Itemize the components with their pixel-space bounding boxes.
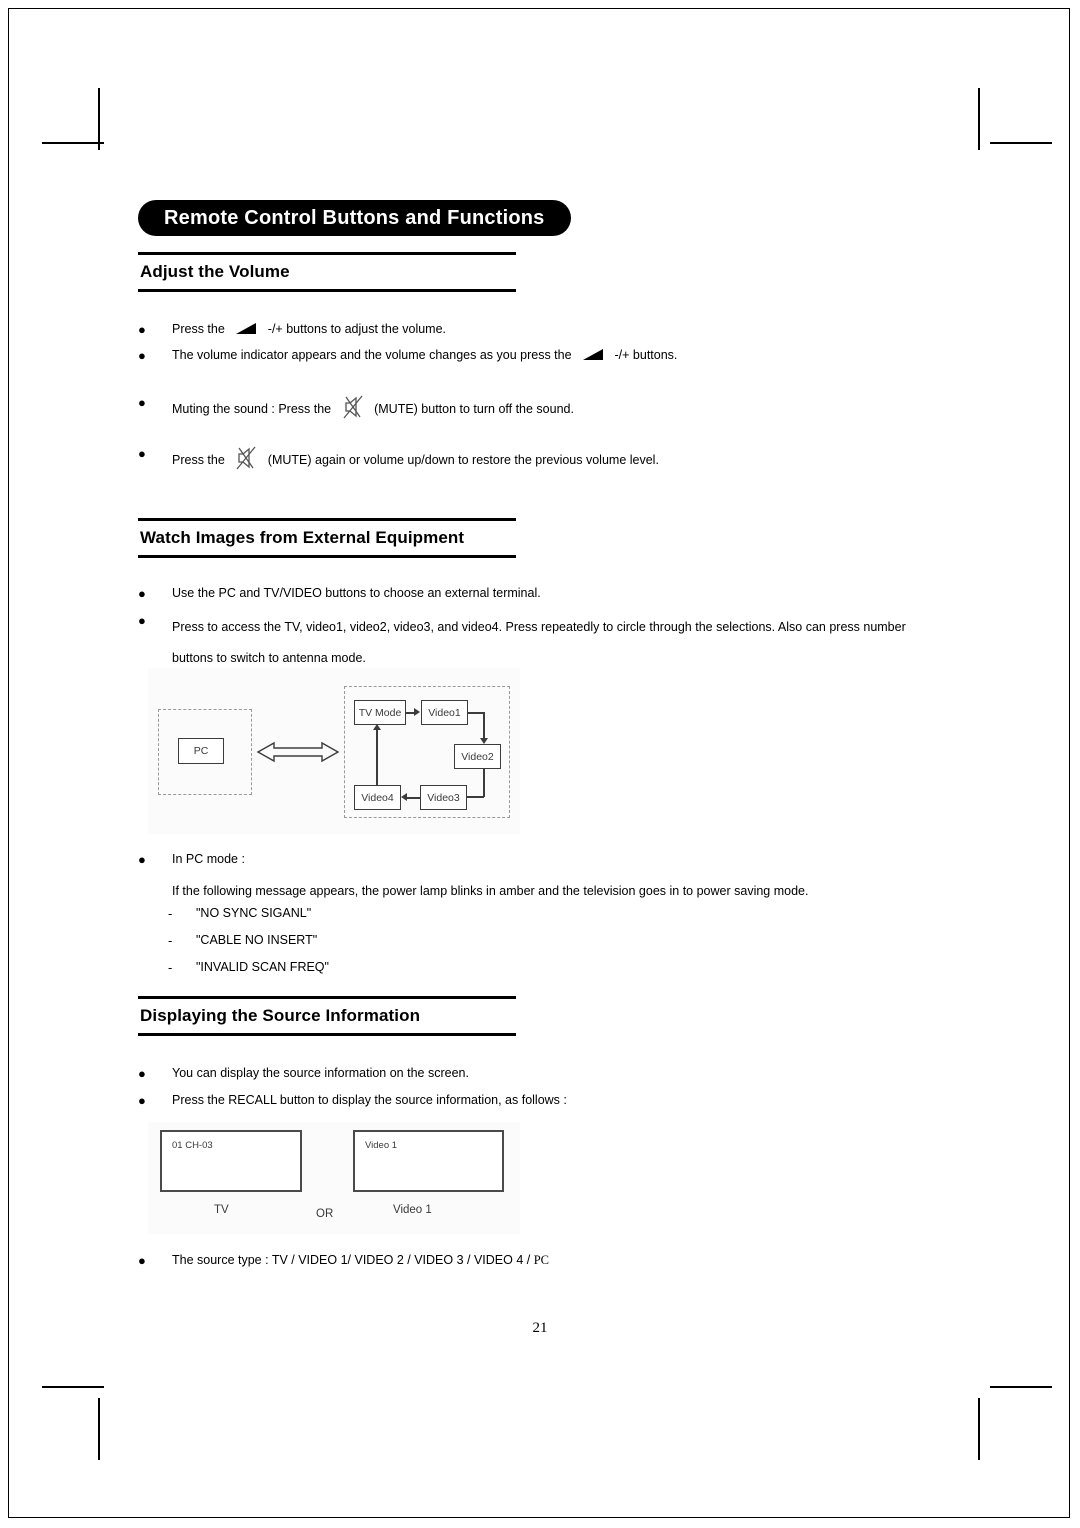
dash-marker: - <box>168 906 173 921</box>
paragraph-power-saving: If the following message appears, the po… <box>172 884 809 898</box>
node-video1: Video1 <box>421 700 468 725</box>
bullet-marker: ● <box>138 322 146 337</box>
rule-bottom <box>138 555 516 558</box>
arrowhead-video4 <box>401 793 407 801</box>
bullet-text-before: Press the <box>172 322 225 336</box>
bullet-text-after: (MUTE) button to turn off the sound. <box>374 402 574 416</box>
osd-screen-video1-text: Video 1 <box>365 1140 398 1151</box>
osd-caption-video1: Video 1 <box>393 1204 432 1216</box>
crop-mark-bottom-left-h <box>42 1386 104 1388</box>
bullet-marker: ● <box>138 348 146 363</box>
node-video1-label: Video1 <box>428 706 461 719</box>
bullet-volume-press: ● Press the -/+ buttons to adjust the vo… <box>138 321 898 338</box>
bullet-text: Press to access the TV, video1, video2, … <box>172 620 906 665</box>
bullet-text-after: -/+ buttons. <box>614 348 678 362</box>
node-video3: Video3 <box>420 785 467 810</box>
page-banner-title: Remote Control Buttons and Functions <box>138 200 571 236</box>
node-pc-label: PC <box>193 745 209 757</box>
bullet-text-after: -/+ buttons to adjust the volume. <box>267 322 447 336</box>
bullet-text: In PC mode : <box>172 852 245 866</box>
section-title-source-info: Displaying the Source Information <box>140 1006 421 1025</box>
rule-bottom <box>138 289 516 292</box>
bullet-marker: ● <box>138 852 146 867</box>
bullet-marker: ● <box>138 395 146 410</box>
figure-osd-recall: 01 CH-03 TV OR Video 1 Video 1 <box>148 1122 520 1234</box>
bullet-marker: ● <box>138 1066 146 1081</box>
bullet-volume-indicator: ● The volume indicator appears and the v… <box>138 347 928 364</box>
osd-screen-tv: 01 CH-03 <box>160 1130 302 1192</box>
node-video3-label: Video3 <box>427 791 460 804</box>
arrowhead-tvmode <box>373 724 381 730</box>
bullet-marker: ● <box>138 446 146 461</box>
osd-caption-tv: TV <box>214 1204 229 1216</box>
section-header-adjust-volume: Adjust the Volume <box>138 252 516 292</box>
dash-text: "INVALID SCAN FREQ" <box>196 960 329 974</box>
bullet-text-before: Press the <box>172 453 225 467</box>
bullet-in-pc-mode: ● In PC mode : <box>138 851 928 868</box>
bullet-recall-button: ● Press the RECALL button to display the… <box>138 1092 928 1109</box>
bullet-marker: ● <box>138 586 146 601</box>
bidirectional-arrow <box>256 740 340 769</box>
dash-text: "NO SYNC SIGANL" <box>196 906 312 920</box>
osd-screen-video1: Video 1 <box>353 1130 504 1192</box>
node-video2-label: Video2 <box>461 750 494 763</box>
crop-mark-top-left-v <box>98 88 100 150</box>
bullet-text: You can display the source information o… <box>172 1066 469 1080</box>
crop-mark-bottom-right-v <box>978 1398 980 1460</box>
crop-mark-top-right-h <box>990 142 1052 144</box>
bullet-text-before: Muting the sound : Press the <box>172 402 332 416</box>
node-video4-label: Video4 <box>361 791 394 804</box>
bullet-marker: ● <box>138 613 146 628</box>
node-tv-mode: TV Mode <box>354 700 406 725</box>
connector-video4-tvmode <box>376 730 378 786</box>
source-type-text: The source type : TV / VIDEO 1/ VIDEO 2 … <box>172 1253 534 1267</box>
page-number: 21 <box>532 1320 548 1336</box>
bullet-marker: ● <box>138 1093 146 1108</box>
dash-item-invalid-scan-freq: - "INVALID SCAN FREQ" <box>168 959 668 976</box>
section-header-source-info: Displaying the Source Information <box>138 996 516 1036</box>
dash-item-cable-no-insert: - "CABLE NO INSERT" <box>168 932 668 949</box>
source-type-pc-label: PC <box>533 1253 550 1267</box>
bullet-display-source-info: ● You can display the source information… <box>138 1065 928 1082</box>
node-pc: PC <box>178 738 224 764</box>
arrowhead-video2 <box>480 738 488 744</box>
mute-icon <box>234 445 258 471</box>
bullet-use-pc-tvvideo: ● Use the PC and TV/VIDEO buttons to cho… <box>138 585 928 602</box>
figure-source-switch-diagram: PC TV Mode Video1 Video2 Video3 Video4 <box>148 668 520 834</box>
section-title-watch-images: Watch Images from External Equipment <box>140 528 465 547</box>
dash-text: "CABLE NO INSERT" <box>196 933 318 947</box>
rule-bottom <box>138 1033 516 1036</box>
section-header-watch-images: Watch Images from External Equipment <box>138 518 516 558</box>
dash-marker: - <box>168 960 173 975</box>
bullet-text: Press the RECALL button to display the s… <box>172 1093 567 1107</box>
bullet-text-after: (MUTE) again or volume up/down to restor… <box>267 453 659 467</box>
dash-marker: - <box>168 933 173 948</box>
osd-screen-tv-text: 01 CH-03 <box>172 1140 213 1151</box>
node-tv-mode-label: TV Mode <box>358 706 402 719</box>
crop-mark-top-left-h <box>42 142 104 144</box>
section-title-adjust-volume: Adjust the Volume <box>140 262 290 281</box>
dash-item-no-sync-siganl: - "NO SYNC SIGANL" <box>168 905 668 922</box>
crop-mark-top-right-v <box>978 88 980 150</box>
crop-mark-bottom-right-h <box>990 1386 1052 1388</box>
connector-video3-video4 <box>406 797 421 799</box>
volume-icon <box>582 348 604 361</box>
node-video4: Video4 <box>354 785 401 810</box>
connector-video1-video2 <box>483 712 485 740</box>
bullet-mute-press: ● Muting the sound : Press the (MUTE) bu… <box>138 394 928 420</box>
mute-icon <box>341 394 365 420</box>
connector-video2-video3-h <box>467 796 484 798</box>
bullet-mute-restore: ● Press the (MUTE) again or volume up/do… <box>138 445 928 471</box>
bullet-text: Use the PC and TV/VIDEO buttons to choos… <box>172 586 541 600</box>
arrowhead-video1 <box>414 708 420 716</box>
bullet-marker: ● <box>138 1253 146 1268</box>
osd-separator-or: OR <box>316 1208 334 1220</box>
node-video2: Video2 <box>454 744 501 769</box>
connector-video2-video3-v <box>483 769 485 797</box>
bullet-source-type-list: ● The source type : TV / VIDEO 1/ VIDEO … <box>138 1252 928 1269</box>
crop-mark-bottom-left-v <box>98 1398 100 1460</box>
volume-icon <box>235 322 257 335</box>
bullet-press-to-access: ● Press to access the TV, video1, video2… <box>138 612 923 674</box>
bullet-text-before: The volume indicator appears and the vol… <box>172 348 572 362</box>
